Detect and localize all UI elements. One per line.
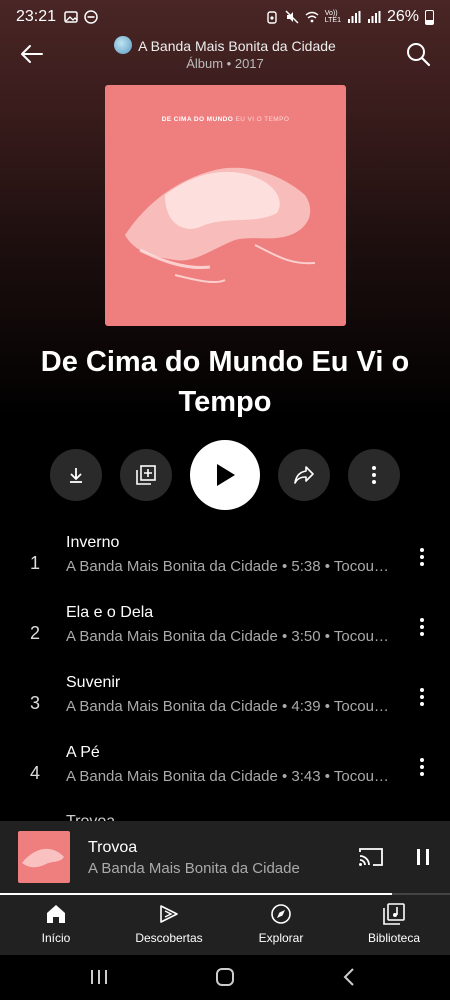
mini-cover-artwork: [22, 848, 64, 868]
play-button[interactable]: [190, 440, 260, 510]
download-button[interactable]: [50, 449, 102, 501]
share-button[interactable]: [278, 449, 330, 501]
cast-icon[interactable]: [358, 846, 384, 868]
do-not-disturb-icon: [84, 10, 98, 24]
nav-library-label: Biblioteca: [367, 931, 421, 945]
album-actions: [0, 440, 450, 510]
battery-icon: [425, 9, 434, 25]
cover-artwork: [125, 167, 316, 284]
track-meta: A Banda Mais Bonita da Cidade • 3:43 • T…: [66, 768, 389, 785]
track-more-button[interactable]: [412, 753, 432, 781]
track-more-button[interactable]: [412, 613, 432, 641]
search-icon[interactable]: [404, 40, 432, 68]
album-cover: DE CIMA DO MUNDO EU VI O TEMPO: [105, 85, 346, 326]
more-vertical-icon: [420, 548, 424, 566]
track-row[interactable]: 4 A Pé A Banda Mais Bonita da Cidade • 3…: [0, 741, 450, 811]
album-title: De Cima do Mundo Eu Vi o Tempo: [40, 346, 410, 418]
more-vertical-icon: [420, 758, 424, 776]
mute-icon: [285, 10, 299, 24]
track-number: 3: [29, 693, 40, 713]
wifi-icon: [305, 11, 319, 23]
track-row[interactable]: 1 Inverno A Banda Mais Bonita da Cidade …: [0, 531, 450, 601]
system-navigation-bar: [0, 955, 450, 1000]
track-meta: A Banda Mais Bonita da Cidade • 4:39 • T…: [66, 698, 389, 715]
nav-explore-new-label: Descobertas: [135, 931, 203, 945]
track-meta: A Banda Mais Bonita da Cidade • 5:38 • T…: [66, 558, 389, 575]
mini-player-title: Trovoa: [88, 839, 138, 856]
mini-player-artist: A Banda Mais Bonita da Cidade: [88, 860, 300, 877]
download-icon: [70, 468, 82, 483]
track-number: 4: [29, 763, 40, 783]
track-row[interactable]: 2 Ela e o Dela A Banda Mais Bonita da Ci…: [0, 601, 450, 671]
track-more-button[interactable]: [412, 683, 432, 711]
recent-apps-icon[interactable]: [87, 965, 111, 989]
gallery-notification-icon: [64, 11, 78, 23]
nav-explore[interactable]: Explorar: [231, 903, 331, 945]
track-number: 2: [29, 623, 40, 643]
save-to-library-button[interactable]: [120, 449, 172, 501]
alarm-icon: [267, 11, 277, 24]
header-subtitle: Álbum • 2017: [186, 56, 264, 71]
nav-home[interactable]: Início: [6, 903, 106, 945]
track-meta: A Banda Mais Bonita da Cidade • 3:50 • T…: [66, 628, 389, 645]
nav-explore-new[interactable]: Descobertas: [119, 903, 219, 945]
track-number: 1: [29, 553, 40, 573]
add-to-library-icon: [136, 465, 156, 485]
play-icon: [217, 464, 235, 486]
signal-icon: [347, 11, 361, 23]
home-icon: [47, 905, 65, 923]
compass-icon: [271, 904, 291, 924]
bottom-navigation: Início Descobertas Explorar Biblioteca: [0, 895, 450, 955]
battery-percent: 26%: [386, 8, 419, 25]
home-system-icon[interactable]: [213, 965, 237, 989]
track-title: A Pé: [66, 744, 100, 761]
more-vertical-icon: [420, 688, 424, 706]
library-icon: [383, 903, 405, 925]
track-more-button[interactable]: [412, 543, 432, 571]
artist-avatar: [114, 36, 133, 54]
header-title[interactable]: A Banda Mais Bonita da Cidade: [0, 36, 450, 54]
more-vertical-icon: [420, 618, 424, 636]
mini-player[interactable]: Trovoa A Banda Mais Bonita da Cidade: [0, 821, 450, 895]
track-title: Inverno: [66, 534, 120, 551]
nav-explore-label: Explorar: [258, 931, 304, 945]
more-options-button[interactable]: [348, 449, 400, 501]
more-vertical-icon: [372, 466, 376, 484]
album-header: A Banda Mais Bonita da Cidade Álbum • 20…: [0, 34, 450, 76]
back-system-icon[interactable]: [338, 965, 362, 989]
track-row[interactable]: 3 Suvenir A Banda Mais Bonita da Cidade …: [0, 671, 450, 741]
nav-library[interactable]: Biblioteca: [344, 903, 444, 945]
signal-icon-2: [367, 11, 381, 23]
volte-indicator: Vo)) LTE1: [324, 10, 341, 24]
pause-icon[interactable]: [416, 848, 430, 866]
track-title: Suvenir: [66, 674, 121, 691]
status-bar: 23:21 Vo)) LTE1 26%: [0, 0, 450, 34]
mini-player-cover: [18, 831, 70, 883]
status-time: 23:21: [16, 8, 57, 25]
samples-play-icon: [160, 905, 178, 923]
track-title: Ela e o Dela: [66, 604, 154, 621]
nav-home-label: Início: [41, 931, 71, 945]
share-icon: [294, 466, 314, 484]
